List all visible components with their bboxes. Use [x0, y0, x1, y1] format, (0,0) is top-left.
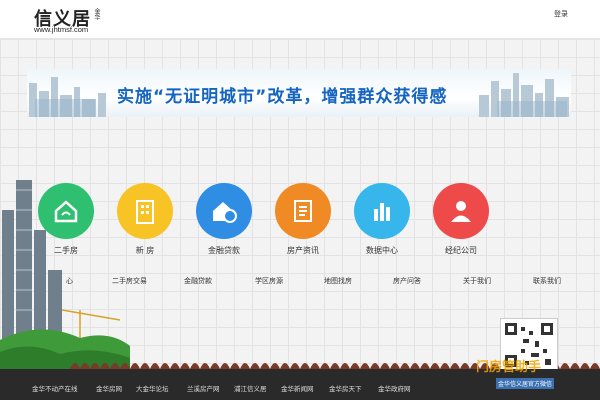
- agent-icon: [433, 183, 489, 239]
- nav-item[interactable]: 金融贷款: [184, 276, 212, 286]
- qr-caption: 金华信义居官方微信: [496, 378, 555, 389]
- nav-item[interactable]: 联系我们: [533, 276, 561, 286]
- tile-label: 房产资讯: [287, 246, 319, 255]
- logo-region: 金华: [93, 8, 100, 20]
- logo-domain: www.jhtmsf.com: [34, 25, 89, 34]
- house-money-icon: [196, 183, 252, 239]
- site-logo[interactable]: 信义居 金华 www.jhtmsf.com: [34, 5, 124, 35]
- tile-label: 经纪公司: [445, 246, 477, 255]
- tile-finance[interactable]: 金融贷款: [192, 183, 256, 256]
- footer-link[interactable]: 金华政府网: [378, 383, 411, 393]
- main-nav: 心 二手房交易 金融贷款 学区房源 地图找房 房产问答 关于我们 联系我们: [0, 276, 600, 290]
- footer-link[interactable]: 金华不动产在线: [32, 383, 78, 393]
- nav-item[interactable]: 房产问答: [393, 276, 421, 286]
- watermark-text: 门房管助手: [476, 360, 542, 375]
- slogan-banner[interactable]: 实施“无证明城市”改革，增强群众获得感: [27, 69, 571, 117]
- house-icon: [38, 183, 94, 239]
- nav-item[interactable]: 二手房交易: [112, 276, 147, 286]
- tile-label: 二手房: [54, 246, 78, 255]
- tile-agents[interactable]: 经纪公司: [429, 183, 493, 256]
- document-icon: [275, 183, 331, 239]
- tile-newhouse[interactable]: 新 房: [113, 183, 177, 256]
- tile-data[interactable]: 数据中心: [350, 183, 414, 256]
- building-icon: [117, 183, 173, 239]
- nav-item[interactable]: 地图找房: [324, 276, 352, 286]
- footer-link[interactable]: 大金华论坛: [136, 383, 169, 393]
- login-link[interactable]: 登录: [554, 9, 568, 19]
- nav-item[interactable]: 关于我们: [463, 276, 491, 286]
- banner-slogan: 实施“无证明城市”改革，增强群众获得感: [117, 87, 448, 107]
- tile-news[interactable]: 房产资讯: [271, 183, 335, 256]
- nav-item[interactable]: 心: [66, 276, 73, 286]
- nav-item[interactable]: 学区房源: [255, 276, 283, 286]
- bar-chart-icon: [354, 183, 410, 239]
- tile-label: 金融贷款: [208, 246, 240, 255]
- footer-link[interactable]: 金华房网: [96, 383, 122, 393]
- footer-link[interactable]: 兰溪房产网: [187, 383, 220, 393]
- footer-link[interactable]: 金华新闻网: [281, 383, 314, 393]
- tile-secondhand[interactable]: 二手房: [34, 183, 98, 256]
- tile-label: 数据中心: [366, 246, 398, 255]
- footer-link[interactable]: 浦江信义居: [234, 383, 267, 393]
- footer-link[interactable]: 金华房天下: [329, 383, 362, 393]
- tile-label: 新 房: [135, 246, 155, 255]
- header: 信义居 金华 www.jhtmsf.com 登录: [0, 0, 600, 39]
